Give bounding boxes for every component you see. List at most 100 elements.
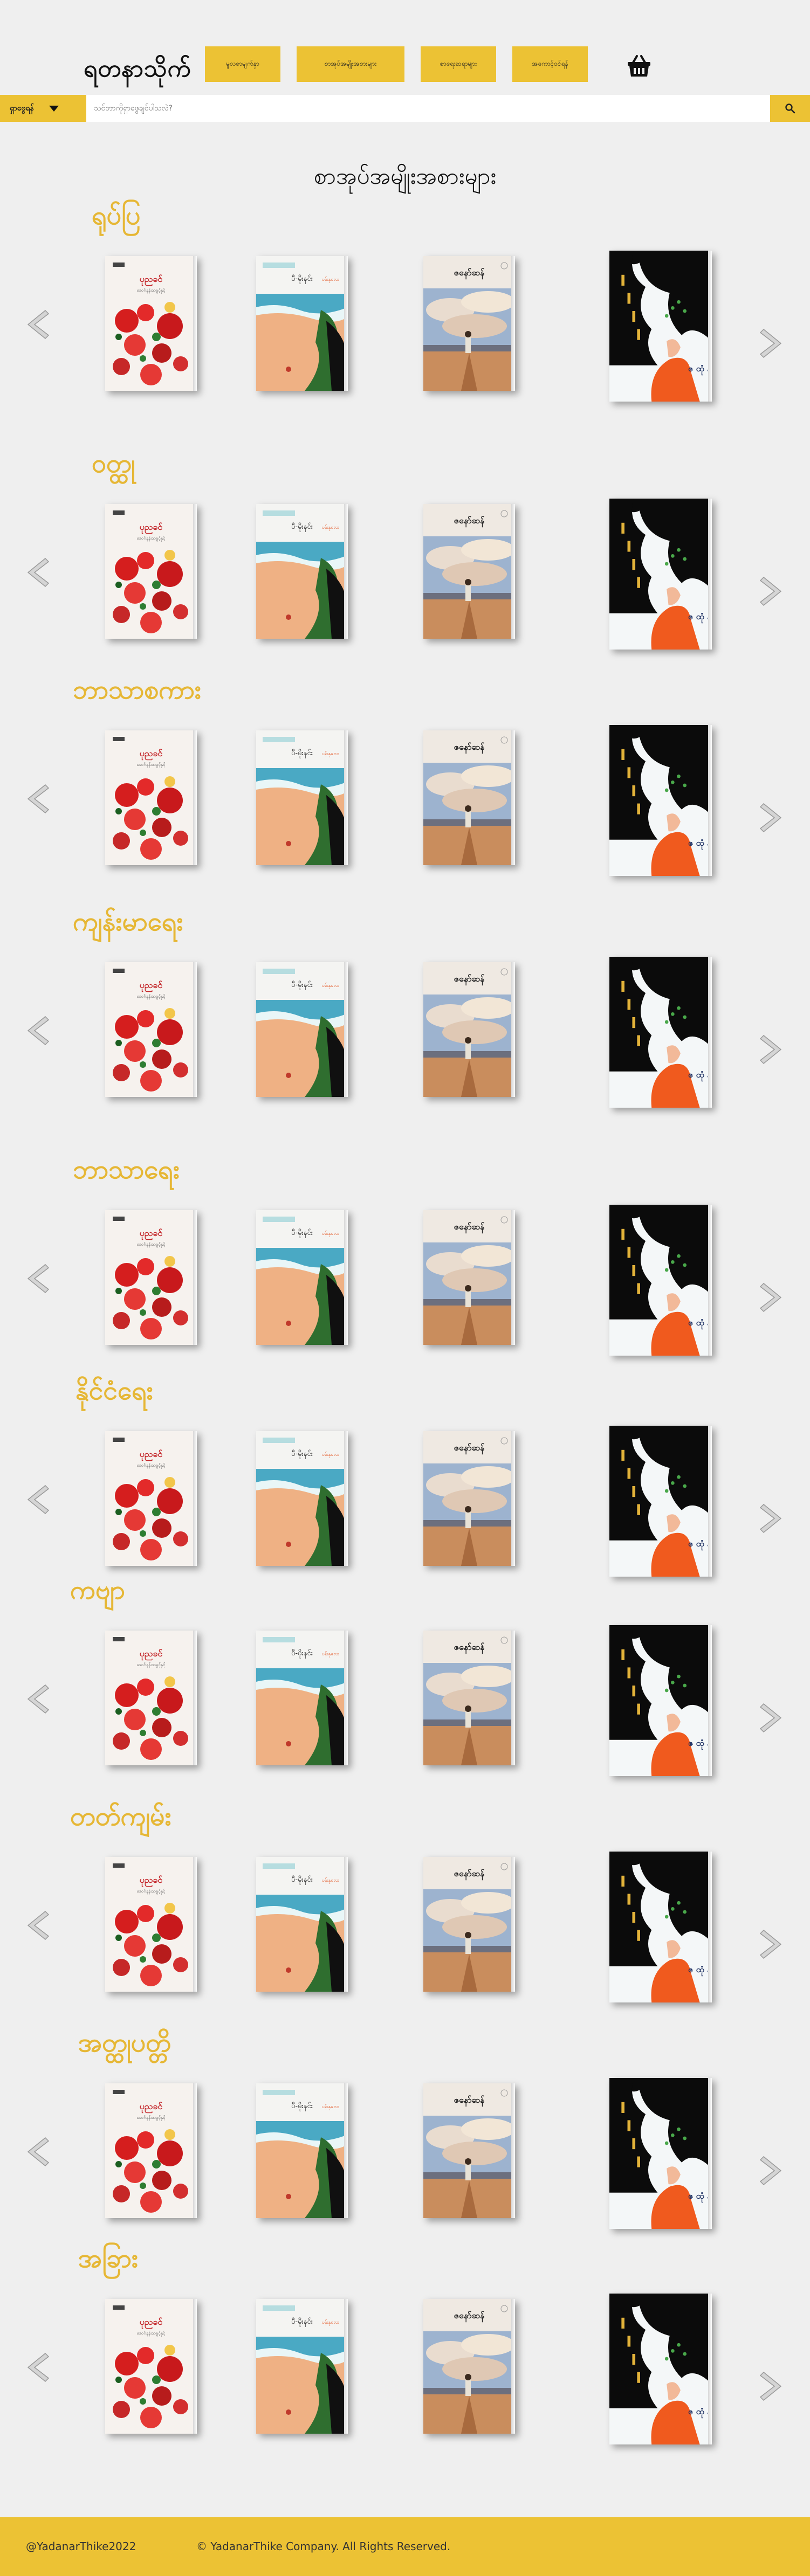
book-title: ပီ-မိုးနင်း	[291, 1228, 313, 1238]
site-header: ရတနာသိုက် မူလစာမျက်နှာ စာအုပ်အမျိုးအစားမ…	[0, 0, 810, 95]
book-cover[interactable]: ဇနော်ဆန်	[423, 1210, 515, 1345]
category-title[interactable]: ဘာသာစကား	[73, 674, 201, 712]
category-title[interactable]: အတ္ထုပတ္တိ	[78, 2027, 171, 2064]
chevron-left-icon[interactable]	[22, 1261, 52, 1296]
chevron-left-icon[interactable]	[22, 2135, 52, 2169]
category-section: အတ္ထုပတ္တိ ပုညခင် ဒေဝင်္ဂနန်းသခွင့်နှင့်…	[0, 2027, 810, 2253]
search-button[interactable]	[770, 95, 810, 122]
chevron-left-icon[interactable]	[22, 307, 52, 342]
category-title[interactable]: ရုပ်ပြ	[92, 199, 140, 237]
chevron-right-icon[interactable]	[757, 1032, 787, 1067]
category-title[interactable]: ဘာသာရေး	[73, 1154, 180, 1191]
chevron-left-icon[interactable]	[22, 1682, 52, 1716]
book-cover[interactable]: ပုညခင် ဒေဝင်္ဂနန်းသခွင့်နှင့်	[105, 2299, 197, 2434]
site-logo[interactable]: ရတနာသိုက်	[84, 54, 191, 88]
book-title: ပီ-မိုးနင်း	[291, 2102, 313, 2111]
chevron-right-icon[interactable]	[757, 1280, 787, 1315]
book-cover[interactable]: ပီ-မိုးနင်း ပန်းနုလေး	[256, 1210, 348, 1345]
search-category-dropdown[interactable]: ရှာဖွေရန်	[0, 95, 86, 122]
chevron-left-icon[interactable]	[22, 1908, 52, 1943]
page-title: စာအုပ်အမျိုးအစားများ	[314, 163, 496, 189]
chevron-right-icon[interactable]	[757, 1701, 787, 1735]
book-cover[interactable]: ပီ-မိုးနင်း ပန်းနုလေး	[256, 2083, 348, 2218]
chevron-right-icon[interactable]	[757, 2153, 787, 2188]
book-cover[interactable]: ပီ-မိုးနင်း ပန်းနုလေး	[256, 1631, 348, 1765]
chevron-left-icon[interactable]	[22, 2350, 52, 2385]
book-cover[interactable]: ဇနော်ဆန်	[423, 2083, 515, 2218]
chevron-right-icon[interactable]	[757, 1927, 787, 1962]
chevron-right-icon[interactable]	[757, 800, 787, 835]
chevron-right-icon[interactable]	[757, 2369, 787, 2404]
book-subtitle: ပန်းနုလေး	[322, 1231, 340, 1237]
book-cover[interactable]: ဇနော်ဆန်	[423, 504, 515, 639]
book-subtitle: ပန်းနုလေး	[322, 1452, 340, 1458]
chevron-right-icon[interactable]	[757, 1501, 787, 1536]
book-cover[interactable]: ဇ ထုံ နဲ့	[609, 1426, 712, 1577]
search-bar: ရှာဖွေရန်	[0, 95, 810, 122]
book-title: ပီ-မိုးနင်း	[291, 980, 313, 990]
category-title[interactable]: ကဗျာ	[70, 1574, 125, 1612]
book-cover[interactable]: ဇနော်ဆန်	[423, 1631, 515, 1765]
book-title: ပီ-မိုးနင်း	[291, 2317, 313, 2327]
book-title: ပီ-မိုးနင်း	[291, 1449, 313, 1459]
nav-home-button[interactable]: မူလစာမျက်နှာ	[205, 46, 280, 82]
chevron-right-icon[interactable]	[757, 574, 787, 609]
book-cover[interactable]: ဇ ထုံ နဲ့	[609, 2294, 712, 2444]
book-subtitle: ပန်းနုလေး	[322, 1651, 340, 1658]
book-cover[interactable]: ဇ ထုံ နဲ့	[609, 251, 712, 402]
book-cover[interactable]: ပုညခင် ဒေဝင်္ဂနန်းသခွင့်နှင့်	[105, 962, 197, 1097]
book-cover[interactable]: ဇ ထုံ နဲ့	[609, 499, 712, 650]
nav-authors-button[interactable]: စာရေးဆရာများ	[421, 46, 496, 82]
book-cover[interactable]: ဇ ထုံ နဲ့	[609, 725, 712, 876]
category-title[interactable]: တတ်ကျမ်း	[70, 1800, 171, 1838]
book-cover[interactable]: ပုညခင် ဒေဝင်္ဂနန်းသခွင့်နှင့်	[105, 1431, 197, 1566]
book-cover[interactable]: ဇ ထုံ နဲ့	[609, 2078, 712, 2229]
category-title[interactable]: နိုင်ငံရေး	[75, 1375, 153, 1412]
search-input[interactable]	[86, 95, 770, 122]
book-title: ပီ-မိုးနင်း	[291, 749, 313, 758]
shopping-basket-icon[interactable]	[626, 53, 653, 80]
book-cover[interactable]: ဇနော်ဆန်	[423, 256, 515, 391]
nav-categories-button[interactable]: စာအုပ်အမျိုးအစားများ	[297, 46, 404, 82]
category-title[interactable]: ကျန်းမာရေး	[73, 906, 183, 943]
category-title[interactable]: အခြား	[78, 2242, 138, 2280]
category-section: ဝတ္ထု ပုညခင် ဒေဝင်္ဂနန်းသခွင့်နှင့် ပီ-မ…	[0, 447, 810, 674]
chevron-right-icon[interactable]	[757, 326, 787, 361]
book-cover[interactable]: ဇ ထုံ နဲ့	[609, 957, 712, 1108]
book-cover[interactable]: ဇ ထုံ နဲ့	[609, 1205, 712, 1356]
book-cover[interactable]: ဇနော်ဆန်	[423, 962, 515, 1097]
book-cover[interactable]: ပုညခင် ဒေဝင်္ဂနန်းသခွင့်နှင့်	[105, 730, 197, 865]
book-subtitle: ပန်းနုလေး	[322, 524, 340, 531]
chevron-left-icon[interactable]	[22, 782, 52, 816]
book-cover[interactable]: ဇ ထုံ နဲ့	[609, 1852, 712, 2002]
book-cover[interactable]: ပုညခင် ဒေဝင်္ဂနန်းသခွင့်နှင့်	[105, 504, 197, 639]
chevron-down-icon	[49, 105, 59, 112]
book-cover[interactable]: ပီ-မိုးနင်း ပန်းနုလေး	[256, 1431, 348, 1566]
book-cover[interactable]: ဇ ထုံ နဲ့	[609, 1625, 712, 1776]
book-cover[interactable]: ဇနော်ဆန်	[423, 1431, 515, 1566]
book-cover[interactable]: ပီ-မိုးနင်း ပန်းနုလေး	[256, 504, 348, 639]
book-cover[interactable]: ပုညခင် ဒေဝင်္ဂနန်းသခွင့်နှင့်	[105, 1857, 197, 1992]
book-cover[interactable]: ဇနော်ဆန်	[423, 2299, 515, 2434]
chevron-left-icon[interactable]	[22, 1013, 52, 1048]
chevron-left-icon[interactable]	[22, 555, 52, 590]
book-cover[interactable]: ဇနော်ဆန်	[423, 730, 515, 865]
category-section: နိုင်ငံရေး ပုညခင် ဒေဝင်္ဂနန်းသခွင့်နှင့်…	[0, 1375, 810, 1601]
book-cover[interactable]: ပုညခင် ဒေဝင်္ဂနန်းသခွင့်နှင့်	[105, 256, 197, 391]
category-title[interactable]: ဝတ္ထု	[92, 447, 135, 485]
chevron-left-icon[interactable]	[22, 1482, 52, 1517]
book-cover[interactable]: ပုညခင် ဒေဝင်္ဂနန်းသခွင့်နှင့်	[105, 1631, 197, 1765]
book-cover[interactable]: ပီ-မိုးနင်း ပန်းနုလေး	[256, 962, 348, 1097]
book-cover[interactable]: ဇနော်ဆန်	[423, 1857, 515, 1992]
book-subtitle: ပန်းနုလေး	[322, 983, 340, 989]
nav-login-button[interactable]: အကောင့်ဝင်ရန်	[512, 46, 588, 82]
category-section: အခြား ပုညခင် ဒေဝင်္ဂနန်းသခွင့်နှင့် ပီ-မ…	[0, 2242, 810, 2469]
book-cover[interactable]: ပီ-မိုးနင်း ပန်းနုလေး	[256, 256, 348, 391]
book-cover[interactable]: ပုညခင် ဒေဝင်္ဂနန်းသခွင့်နှင့်	[105, 1210, 197, 1345]
category-section: ဘာသာစကား ပုညခင် ဒေဝင်္ဂနန်းသခွင့်နှင့် ပ…	[0, 674, 810, 900]
book-cover[interactable]: ပီ-မိုးနင်း ပန်းနုလေး	[256, 1857, 348, 1992]
book-cover[interactable]: ပုညခင် ဒေဝင်္ဂနန်းသခွင့်နှင့်	[105, 2083, 197, 2218]
category-section: ကျန်းမာရေး ပုညခင် ဒေဝင်္ဂနန်းသခွင့်နှင့်…	[0, 906, 810, 1132]
book-cover[interactable]: ပီ-မိုးနင်း ပန်းနုလေး	[256, 2299, 348, 2434]
book-cover[interactable]: ပီ-မိုးနင်း ပန်းနုလေး	[256, 730, 348, 865]
